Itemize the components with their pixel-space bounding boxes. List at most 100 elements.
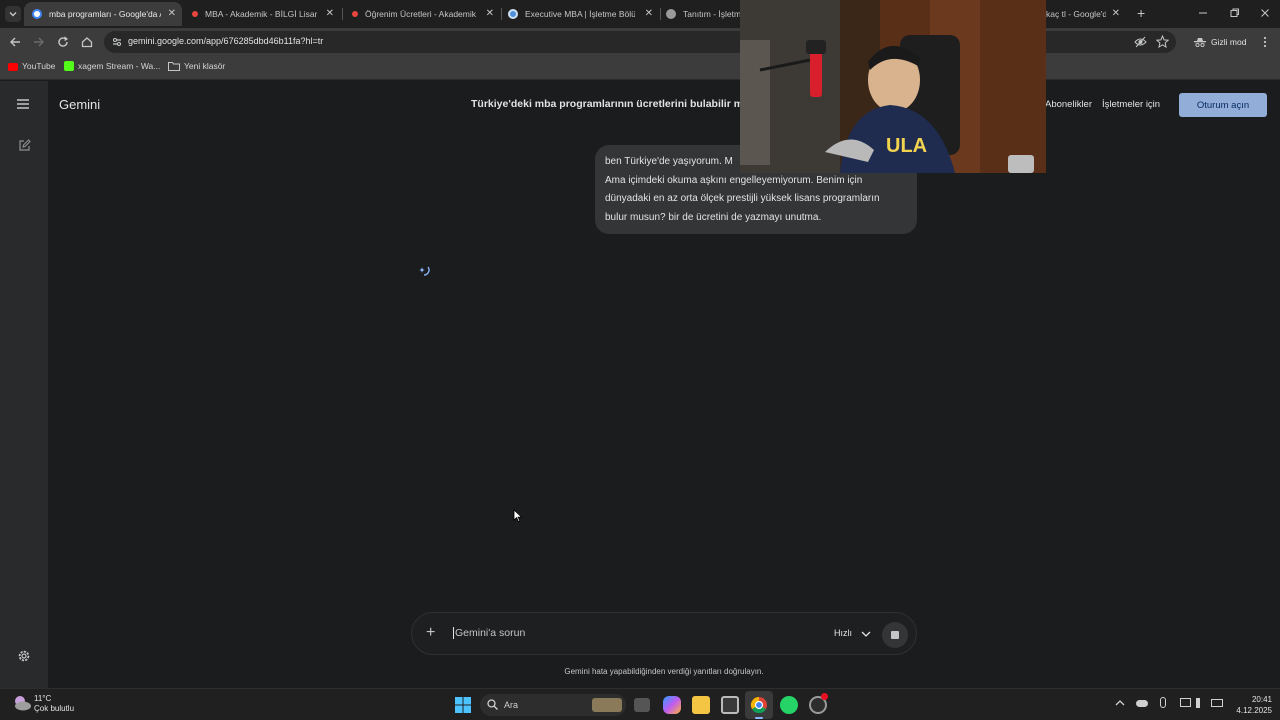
business-link[interactable]: İşletmeler için [1102,99,1160,110]
disclaimer-text: Gemini hata yapabildiğinden verdiği yanı… [564,667,764,676]
star-icon[interactable] [1156,35,1169,48]
prompt-composer: + Gemini'a sorun Hızlı [411,612,917,655]
tab-title: mba programları - Google'da A [49,9,161,19]
tab-title: Öğrenim Ücretleri - Akademik [365,9,477,19]
signin-button[interactable]: Oturum açın [1179,93,1267,117]
clock-time: 20:41 [1251,695,1272,704]
file-explorer-icon[interactable] [692,696,710,714]
store-icon[interactable] [721,696,739,714]
onedrive-icon[interactable] [1136,700,1148,707]
restore-button[interactable] [1227,6,1241,20]
chevron-up-icon [1115,700,1125,706]
incognito-icon [1194,38,1206,47]
reload-icon [58,36,69,47]
google-icon [32,9,42,19]
settings-button[interactable] [17,649,31,663]
kick-icon [64,61,74,71]
minimize-icon [1199,12,1207,14]
home-button[interactable] [80,35,94,49]
settings-app-icon[interactable] [809,693,828,714]
close-icon[interactable]: ✕ [645,8,653,19]
tab-1[interactable]: MBA - Akademik - BİLGİ Lisansü ✕ [184,2,340,26]
reload-button[interactable] [56,35,70,49]
close-window-button[interactable] [1258,6,1272,20]
start-button[interactable] [455,697,471,713]
chrome-taskbar-button[interactable] [745,691,773,719]
url-text: gemini.google.com/app/676285dbd46b11fa?h… [128,36,324,46]
bilgi-icon [352,11,358,17]
tab-0[interactable]: mba programları - Google'da A ✕ [24,2,182,26]
message-line: Ama içimdeki okuma aşkını engelleyemiyor… [605,174,863,186]
gemini-logo-text[interactable]: Gemini [59,97,100,112]
tab-title: MBA - Akademik - BİLGİ Lisansü [205,9,317,19]
browser-menu-button[interactable] [1262,36,1268,48]
site-info-icon[interactable] [111,36,123,48]
show-hidden-icons[interactable] [1115,699,1125,707]
close-icon[interactable]: ✕ [168,8,176,19]
conversation-title: Türkiye'deki mba programlarının ücretler… [471,98,744,110]
forward-button[interactable] [32,35,46,49]
close-icon[interactable]: ✕ [326,8,334,19]
whatsapp-icon[interactable] [780,696,798,714]
battery-icon[interactable] [1211,699,1223,707]
prompt-input[interactable]: Gemini'a sorun [453,627,525,639]
tab-5[interactable]: kaç tl - Google'd ✕ [1046,2,1130,26]
edit-icon [19,139,31,151]
bookmarks-bar: YouTube xagem Stream - Wa... Yeni klasör [0,56,1280,80]
back-button[interactable] [8,35,22,49]
chevron-down-icon [9,12,17,17]
stop-button[interactable] [882,622,908,648]
new-tab-button[interactable]: + [1137,5,1145,21]
close-icon[interactable]: ✕ [486,8,494,19]
minimize-button[interactable] [1196,6,1210,20]
microphone-icon[interactable] [1160,697,1166,708]
taskbar-search[interactable]: Ara [480,694,626,716]
arrow-left-icon [10,37,20,47]
svg-text:ULA: ULA [886,135,927,157]
weather-widget[interactable] [12,694,32,712]
stop-icon [891,631,899,639]
tab-3[interactable]: Executive MBA | İşletme Bölümü ✕ [503,2,659,26]
model-mode-select[interactable]: Hızlı [834,628,871,638]
search-highlight-image [592,698,622,712]
incognito-badge[interactable]: Gizli mod [1186,31,1252,53]
side-rail [0,81,48,688]
incognito-label: Gizli mod [1211,37,1247,47]
loading-spinner [415,262,433,280]
gemini-app: Gemini Türkiye'deki mba programlarının ü… [0,81,1280,688]
main-menu-button[interactable] [16,98,30,110]
youtube-icon [8,62,18,71]
tab-2[interactable]: Öğrenim Ücretleri - Akademik ✕ [344,2,500,26]
menu-icon [17,99,29,109]
tab-4[interactable]: Tanıtım - İşletme [662,2,740,26]
bookmark-folder[interactable]: Yeni klasör [168,61,225,71]
webcam-feed-image: ULA [740,0,1046,173]
bilgi-icon [192,11,198,17]
weather-temp: 11°C [34,694,52,703]
task-view-icon[interactable] [634,698,650,712]
bookmark-label: Yeni klasör [184,61,226,71]
tab-search-button[interactable] [5,6,21,22]
add-attachment-button[interactable]: + [426,624,435,642]
message-line: bulur musun? bir de ücretini de yazmayı … [605,211,822,223]
bookmark-label: YouTube [22,61,56,71]
bookmark-kick[interactable]: xagem Stream - Wa... [64,61,160,71]
volume-icon[interactable] [1196,698,1206,708]
subscriptions-link[interactable]: Abonelikler [1045,99,1092,110]
mouse-cursor [513,509,523,523]
tab-strip: mba programları - Google'da A ✕ MBA - Ak… [0,0,1280,28]
windows-icon [455,697,471,713]
bookmark-youtube[interactable]: YouTube [8,61,55,71]
model-mode-label: Hızlı [834,628,852,638]
copilot-icon[interactable] [663,696,681,714]
eye-off-icon[interactable] [1134,36,1147,48]
system-clock[interactable]: 20:41 4.12.2025 [1226,694,1272,716]
network-icon[interactable] [1180,698,1191,707]
new-chat-button[interactable] [18,139,31,152]
chrome-icon [750,696,767,714]
more-vert-icon [1263,36,1267,48]
browser-toolbar: gemini.google.com/app/676285dbd46b11fa?h… [0,28,1280,56]
gemini-spark-icon [419,266,430,276]
home-icon [81,37,93,48]
close-icon[interactable]: ✕ [1112,8,1120,19]
